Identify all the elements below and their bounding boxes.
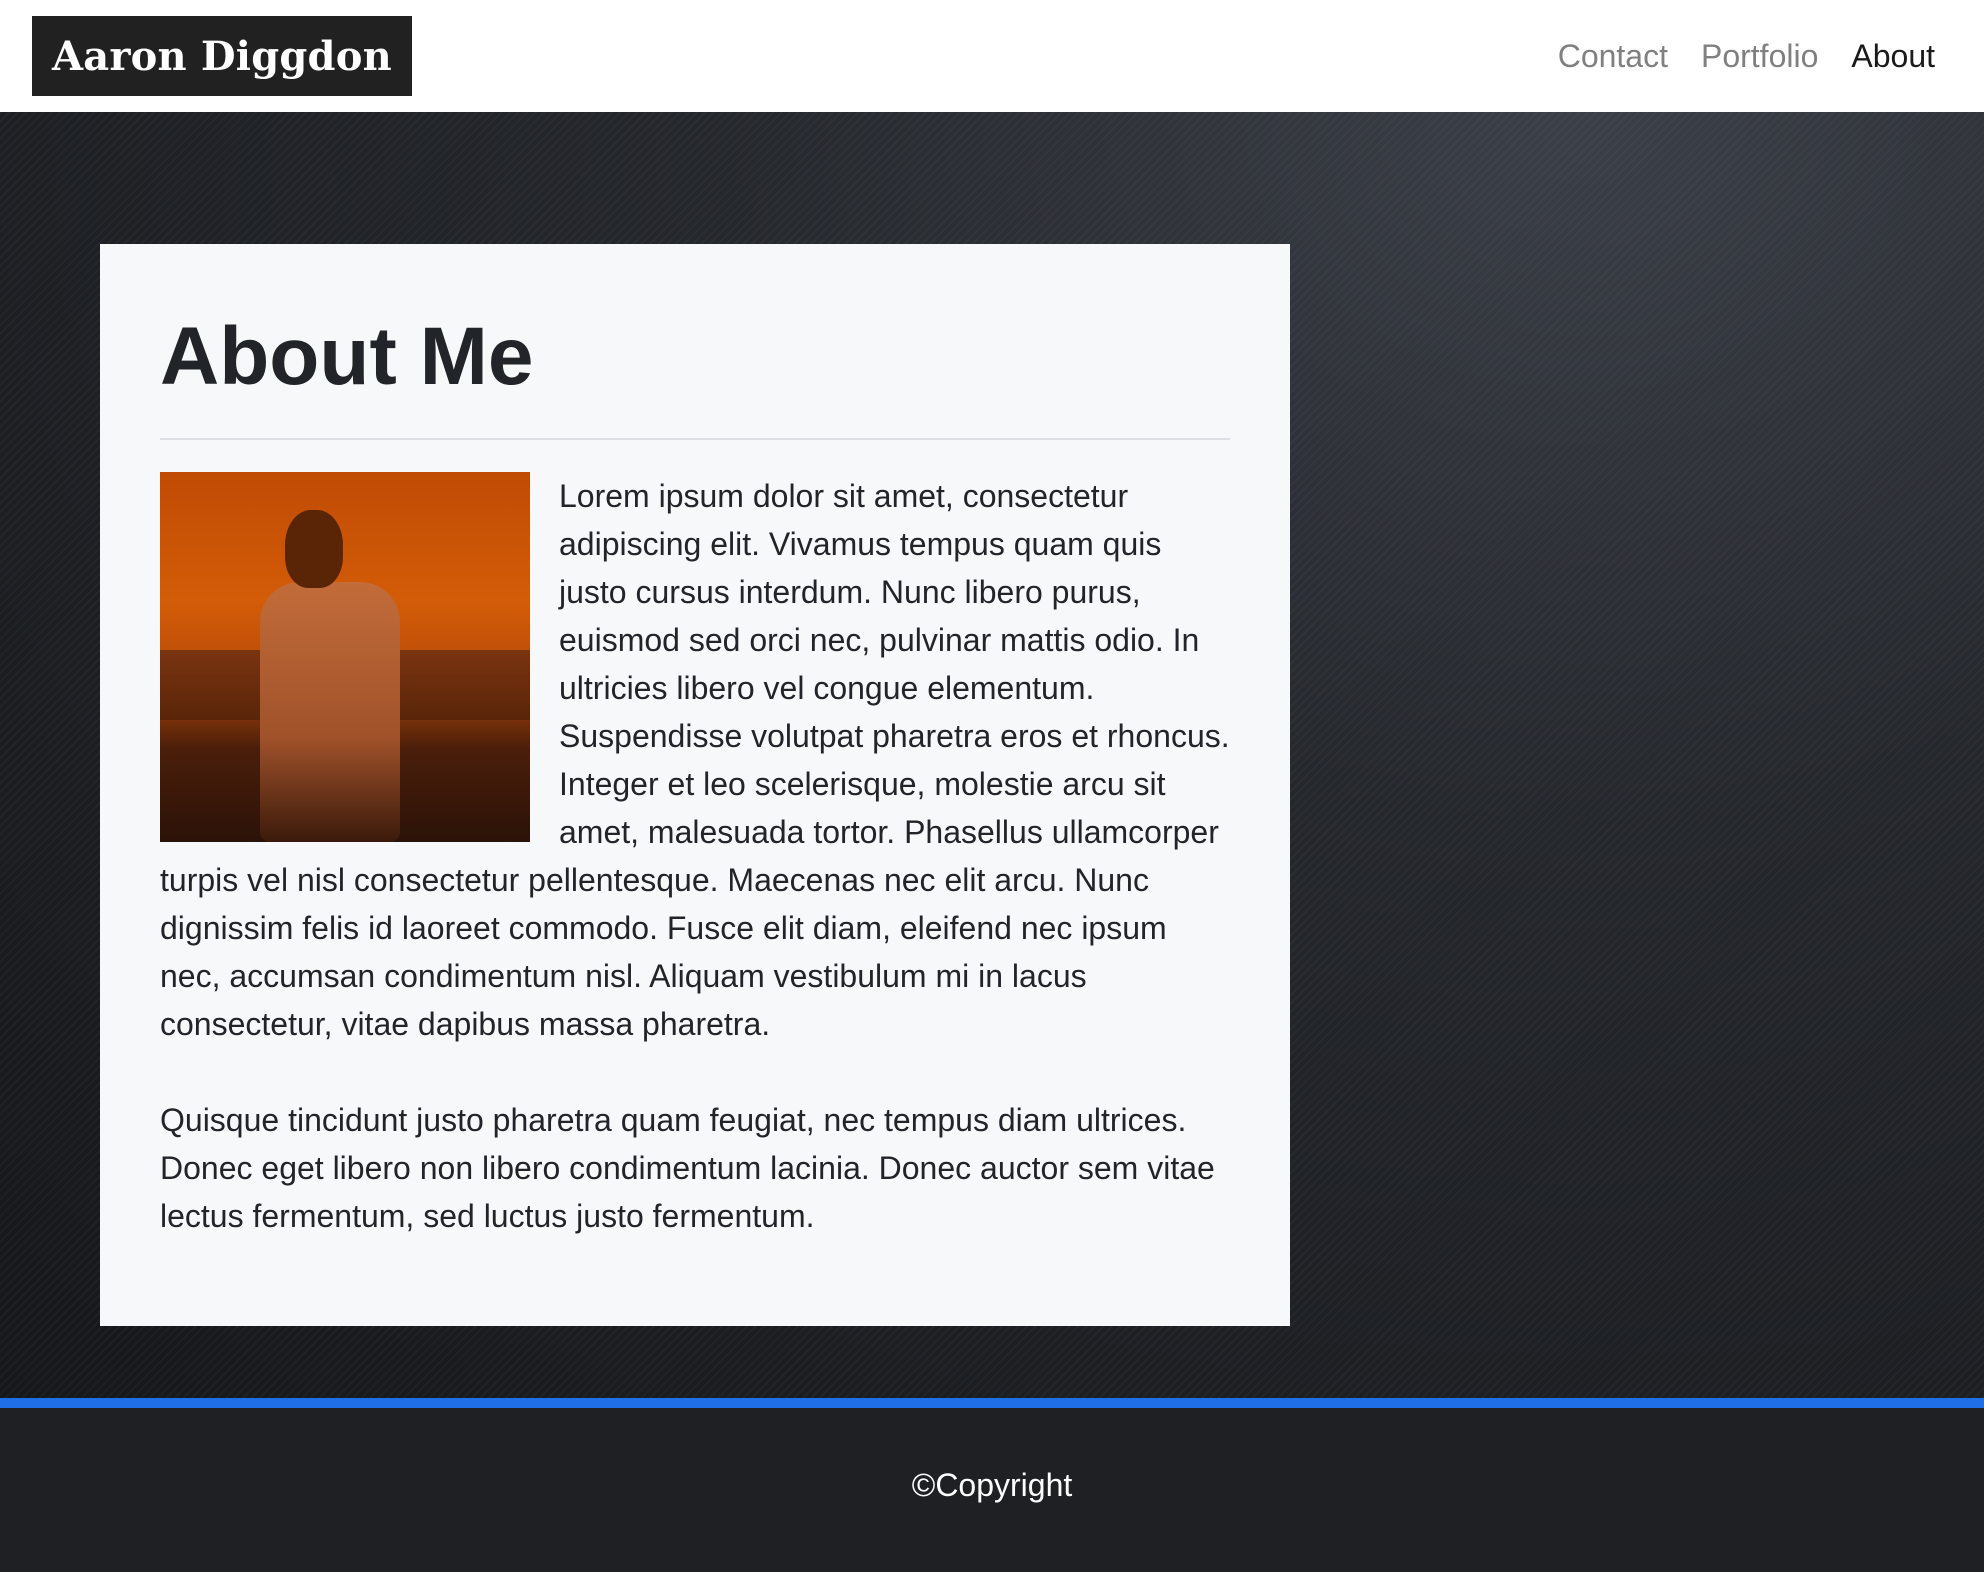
profile-photo [160,472,530,842]
brand-logo[interactable]: Aaron Diggdon [32,16,412,96]
nav-links: Contact Portfolio About [1558,38,1935,75]
nav-link-contact[interactable]: Contact [1558,38,1668,75]
copyright-text: ©Copyright [911,1466,1073,1503]
page-title: About Me [160,311,534,402]
nav-link-portfolio[interactable]: Portfolio [1701,38,1818,75]
footer: ©Copyright [0,1408,1984,1572]
photo-figure-body [260,582,400,842]
about-card: About Me Lorem ipsum dolor sit amet, con… [100,244,1290,1326]
photo-figure-head [285,510,343,588]
navbar: Aaron Diggdon Contact Portfolio About [0,0,1984,112]
about-paragraph-2: Quisque tincidunt justo pharetra quam fe… [160,1102,1215,1234]
nav-link-about[interactable]: About [1851,38,1935,75]
title-divider [160,438,1230,440]
footer-accent-bar [0,1398,1984,1408]
about-content: Lorem ipsum dolor sit amet, consectetur … [160,472,1230,1240]
